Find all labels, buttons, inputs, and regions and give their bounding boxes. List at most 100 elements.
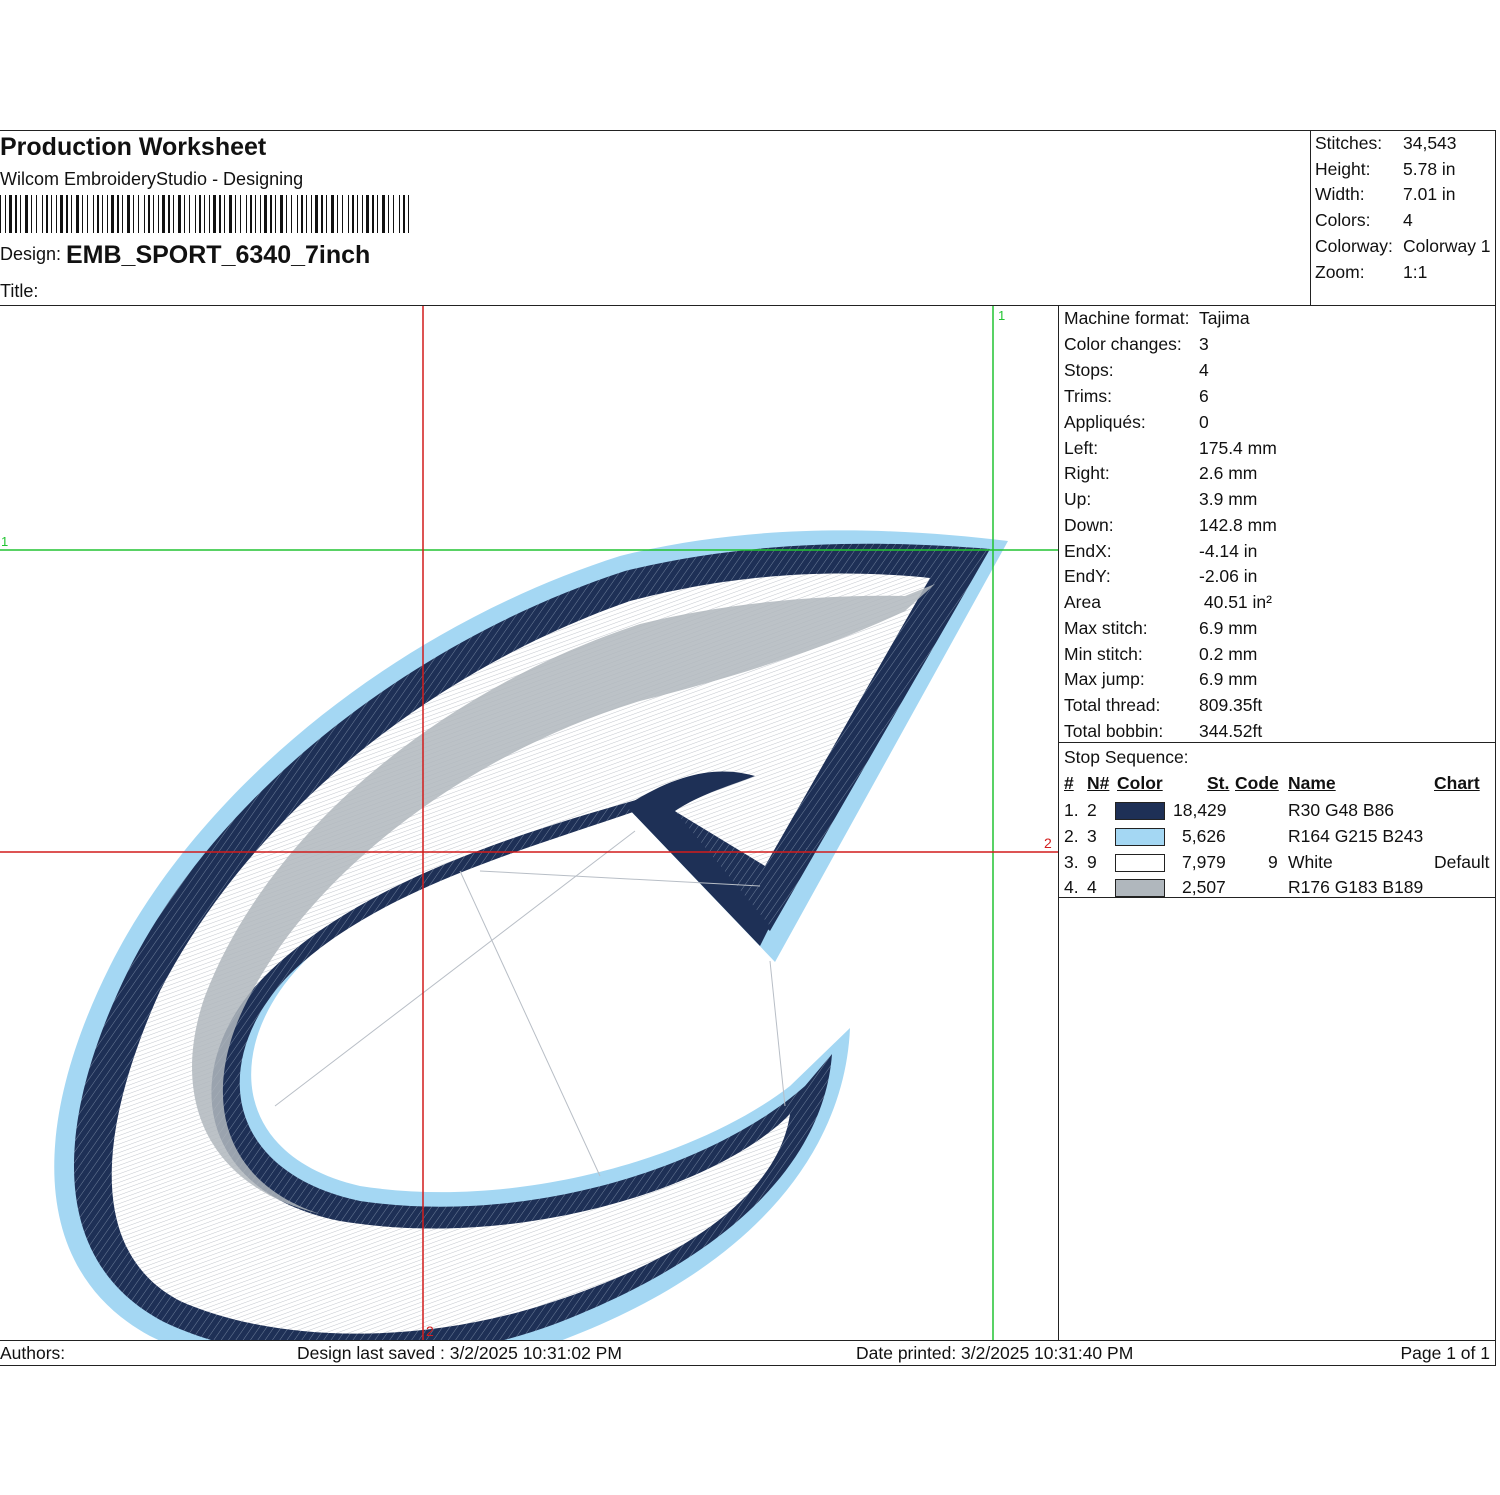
- barcode-bar: [5, 195, 6, 233]
- barcode-bar: [87, 195, 88, 233]
- barcode-bar: [297, 195, 298, 233]
- barcode-bar: [107, 195, 108, 233]
- barcode-bar: [9, 195, 12, 233]
- table-row: 1. 2 18,429 R30 G48 B86: [1064, 800, 1395, 820]
- barcode-bar: [66, 195, 68, 233]
- barcode-bar: [399, 195, 400, 233]
- barcode-bar: [301, 195, 303, 233]
- table-row: 2. 3 5,626 R164 G215 B243: [1064, 826, 1424, 846]
- worksheet-footer: Authors: Design last saved : 3/2/2025 10…: [0, 1340, 1496, 1367]
- color-swatch: [1115, 854, 1165, 872]
- stat-zoom: Zoom: 1:1: [1315, 262, 1428, 282]
- barcode-bar: [337, 195, 338, 233]
- color-swatch: [1115, 828, 1165, 846]
- info-row: EndY: -2.06 in: [1064, 566, 1258, 586]
- barcode-bar: [377, 195, 378, 233]
- barcode-bar: [382, 195, 385, 233]
- barcode-bar: [229, 195, 232, 233]
- page-title: Production Worksheet: [0, 133, 267, 161]
- barcode-bar: [93, 195, 94, 233]
- barcode-bar: [240, 195, 241, 233]
- barcode-bar: [388, 195, 389, 233]
- barcode-bar: [127, 195, 130, 233]
- app-subtitle: Wilcom EmbroideryStudio - Designing: [0, 169, 304, 189]
- info-row: Appliqués: 0: [1064, 412, 1209, 432]
- authors-label: Authors:: [0, 1343, 66, 1363]
- barcode-bar: [42, 195, 43, 233]
- guide-red-bottom-label: 2: [426, 1323, 434, 1339]
- barcode-bar: [366, 195, 369, 233]
- barcode-bar: [97, 195, 99, 233]
- guide-green-top-label: 1: [998, 308, 1005, 323]
- barcode-bar: [408, 195, 409, 233]
- barcode-bar: [133, 195, 134, 233]
- barcode-bar: [393, 195, 394, 233]
- barcode-bar: [315, 195, 318, 233]
- barcode-bar: [71, 195, 72, 233]
- machine-info-panel: Machine format: Tajima Color changes: 3 St…: [1058, 306, 1496, 1340]
- info-row: Total thread: 809.35ft: [1064, 695, 1263, 715]
- col-header-code: Code: [1235, 773, 1279, 793]
- table-row: 3. 9 7,979 9 White Default: [1064, 852, 1490, 872]
- barcode-bar: [260, 195, 261, 233]
- worksheet-header: Production Worksheet Wilcom EmbroiderySt…: [0, 131, 1310, 306]
- info-row: Up: 3.9 mm: [1064, 489, 1258, 509]
- stat-colorway: Colorway: Colorway 1: [1315, 236, 1491, 256]
- barcode-bar: [60, 195, 63, 233]
- stat-stitches: Stitches: 34,543: [1315, 133, 1457, 153]
- barcode-bar: [36, 195, 37, 233]
- barcode-bar: [250, 195, 252, 233]
- barcode-bar: [224, 195, 225, 233]
- barcode-bar: [362, 195, 363, 233]
- stat-colors: Colors: 4: [1315, 210, 1413, 230]
- info-row: Min stitch: 0.2 mm: [1064, 644, 1258, 664]
- barcode-bar: [280, 195, 283, 233]
- date-printed: Date printed: 3/2/2025 10:31:40 PM: [856, 1343, 1134, 1363]
- barcode-bar: [56, 195, 57, 233]
- info-row: Trims: 6: [1064, 386, 1209, 406]
- barcode-bar: [255, 195, 256, 233]
- info-row: Stops: 4: [1064, 360, 1209, 380]
- embroidery-c-logo: 1 1 2 2: [0, 306, 1058, 1340]
- barcode-bar: [178, 195, 181, 233]
- title-label: Title:: [0, 281, 39, 301]
- last-saved: Design last saved : 3/2/2025 10:31:02 PM: [297, 1343, 622, 1363]
- col-header-name: Name: [1288, 773, 1336, 793]
- info-row: Area 40.51 in²: [1064, 592, 1272, 612]
- barcode-bar: [138, 195, 139, 233]
- stat-height: Height: 5.78 in: [1315, 159, 1456, 179]
- guide-green-left-label: 1: [1, 534, 8, 549]
- barcode-bar: [403, 195, 405, 233]
- barcode-bar: [209, 195, 210, 233]
- info-row: Left: 175.4 mm: [1064, 438, 1277, 458]
- col-header-num: #: [1064, 773, 1074, 793]
- info-row: Max jump: 6.9 mm: [1064, 669, 1258, 689]
- info-row: Color changes: 3: [1064, 334, 1209, 354]
- col-header-color: Color: [1117, 773, 1163, 793]
- col-header-chart: Chart: [1434, 773, 1480, 793]
- barcode-bar: [311, 195, 312, 233]
- barcode-bar: [15, 195, 17, 233]
- design-name: EMB_SPORT_6340_7inch: [66, 241, 371, 269]
- stop-sequence-table: Stop Sequence: # N# Color St. Code Name …: [1059, 742, 1495, 898]
- barcode-bar: [111, 195, 114, 233]
- barcode-bar: [275, 195, 276, 233]
- barcode-bar: [264, 195, 267, 233]
- barcode-bar: [20, 195, 21, 233]
- barcode-bar: [144, 195, 145, 233]
- barcode-bar: [46, 195, 48, 233]
- color-swatch: [1115, 802, 1165, 820]
- barcode-bar: [357, 195, 358, 233]
- table-row: 4. 4 2,507 R176 G183 B189: [1064, 877, 1424, 897]
- barcode-bar: [286, 195, 287, 233]
- barcode-icon: [0, 195, 409, 233]
- stop-sequence-title: Stop Sequence:: [1064, 747, 1189, 767]
- info-row: Right: 2.6 mm: [1064, 463, 1258, 483]
- info-row: EndX: -4.14 in: [1064, 541, 1258, 561]
- barcode-bar: [199, 195, 201, 233]
- barcode-bar: [342, 195, 343, 233]
- guide-red-right-label: 2: [1044, 835, 1052, 851]
- info-row: Machine format: Tajima: [1064, 308, 1250, 328]
- barcode-bar: [168, 195, 170, 233]
- barcode-bar: [189, 195, 190, 233]
